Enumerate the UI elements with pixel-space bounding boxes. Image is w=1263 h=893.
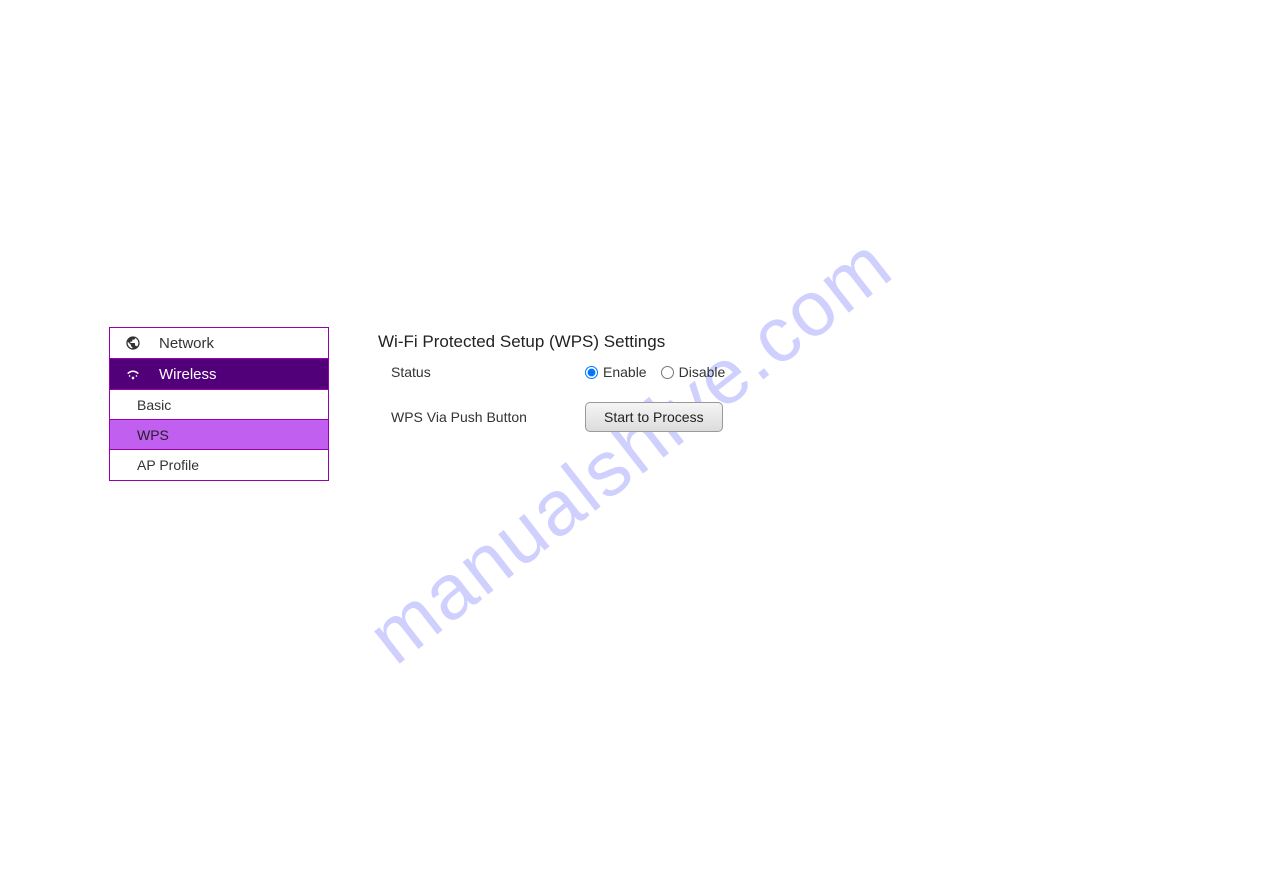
radio-enable-label: Enable: [603, 364, 647, 380]
sidebar-subitem-label: AP Profile: [137, 457, 199, 473]
sidebar-subitem-basic[interactable]: Basic: [110, 390, 328, 420]
sidebar: Network Wireless Basic WPS AP Profile: [109, 327, 329, 481]
sidebar-item-network[interactable]: Network: [110, 328, 328, 359]
status-row: Status Enable Disable: [378, 364, 725, 380]
wifi-icon: [124, 365, 142, 383]
sidebar-subitem-wps[interactable]: WPS: [110, 420, 328, 450]
radio-enable-input[interactable]: [585, 366, 598, 379]
globe-icon: [124, 334, 142, 352]
radio-disable-input[interactable]: [661, 366, 674, 379]
sidebar-subitem-label: Basic: [137, 397, 171, 413]
radio-disable-label: Disable: [679, 364, 726, 380]
sidebar-subitem-label: WPS: [137, 427, 169, 443]
content-area: Wi-Fi Protected Setup (WPS) Settings Sta…: [378, 332, 725, 454]
radio-enable[interactable]: Enable: [585, 364, 647, 380]
status-label: Status: [378, 364, 585, 380]
push-button-row: WPS Via Push Button Start to Process: [378, 402, 725, 432]
radio-disable[interactable]: Disable: [661, 364, 726, 380]
push-button-label: WPS Via Push Button: [378, 409, 585, 425]
start-process-button[interactable]: Start to Process: [585, 402, 723, 432]
page-title: Wi-Fi Protected Setup (WPS) Settings: [378, 332, 725, 352]
sidebar-item-label: Wireless: [159, 366, 217, 383]
sidebar-item-label: Network: [159, 335, 214, 352]
status-radio-group: Enable Disable: [585, 364, 725, 380]
sidebar-item-wireless[interactable]: Wireless: [110, 359, 328, 390]
sidebar-subitem-ap-profile[interactable]: AP Profile: [110, 450, 328, 480]
